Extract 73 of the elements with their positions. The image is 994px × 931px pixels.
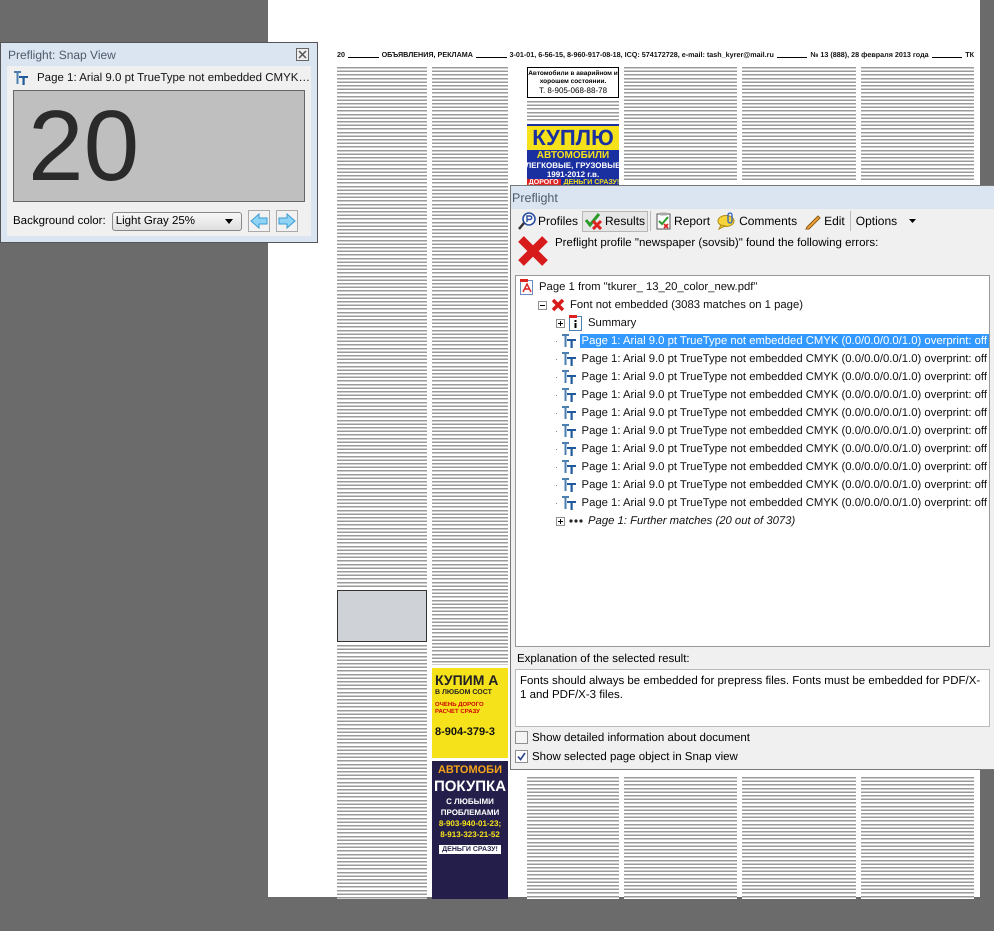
ad-headline: КУПИМ А bbox=[435, 671, 500, 689]
tree-item[interactable]: Page 1: Arial 9.0 pt TrueType not embedded CMYK (0.0/0.0/0.0/1.0) overprint: off bbox=[580, 424, 989, 438]
ad-phone: 8-903-940-01-23; bbox=[438, 819, 502, 828]
caret-icon bbox=[224, 218, 233, 224]
speech-bubble-icon bbox=[717, 212, 738, 230]
ad-phone: Т. 8-905-068-88-78 bbox=[538, 86, 608, 95]
ad-phone: 8-904-379-3 bbox=[435, 726, 496, 738]
checkbox[interactable] bbox=[515, 750, 528, 763]
tree-item[interactable]: Page 1: Arial 9.0 pt TrueType not embedded CMYK (0.0/0.0/0.0/1.0) overprint: off bbox=[580, 496, 989, 510]
collapse-toggle[interactable] bbox=[538, 300, 547, 310]
text-object-icon bbox=[13, 70, 29, 86]
text-object-icon bbox=[560, 495, 577, 511]
toolbar-tab[interactable]: Comments bbox=[714, 210, 800, 232]
checkbox-label: Show detailed information about document bbox=[532, 732, 750, 744]
ad-headline: АВТОМОБИ bbox=[438, 764, 502, 776]
ad-title: ПОКУПКА bbox=[434, 778, 506, 795]
ad-headline: КУПЛЮ bbox=[527, 126, 619, 150]
tree-item[interactable]: Page 1: Arial 9.0 pt TrueType not embedded CMYK (0.0/0.0/0.0/1.0) overprint: off bbox=[580, 460, 989, 474]
check-cross-icon bbox=[585, 212, 604, 230]
toolbar-tab[interactable]: Edit bbox=[801, 210, 848, 232]
tree-item[interactable]: Page 1 from "tkurer_ 13_20_color_new.pdf" bbox=[537, 280, 760, 294]
info-document-icon bbox=[569, 315, 583, 331]
text-object-icon bbox=[560, 369, 577, 385]
options-menu[interactable]: Options bbox=[852, 210, 920, 232]
explanation-label: Explanation of the selected result: bbox=[517, 653, 691, 665]
expand-toggle[interactable] bbox=[556, 318, 565, 328]
text-object-icon bbox=[560, 387, 577, 403]
toolbar-tab[interactable]: Report bbox=[653, 210, 714, 232]
window-title: Preflight: Snap View bbox=[8, 48, 116, 62]
text-object-icon bbox=[560, 441, 577, 457]
close-button[interactable] bbox=[296, 48, 309, 61]
ad-text: С ЛЮБЫМИ bbox=[446, 797, 494, 806]
window-title: Preflight bbox=[512, 190, 558, 204]
tree-item[interactable]: Page 1: Further matches (20 out of 3073) bbox=[586, 514, 798, 528]
ad-text: ПРОБЛЕМАМИ bbox=[440, 808, 500, 817]
checkbox[interactable] bbox=[515, 731, 528, 744]
ad-text: ЛЕГКОВЫЕ, ГРУЗОВЫЕ bbox=[526, 161, 620, 170]
caret-icon bbox=[909, 219, 916, 223]
error-message: Preflight profile "newspaper (sovsib)" found the following errors: bbox=[555, 237, 878, 249]
error-cross-icon bbox=[517, 235, 549, 267]
background-color-dropdown[interactable]: Light Gray 25% bbox=[112, 212, 242, 230]
text-object-icon bbox=[560, 459, 577, 475]
clipboard-icon bbox=[656, 212, 672, 230]
background-color-label: Background color: bbox=[13, 215, 106, 227]
text-object-icon bbox=[560, 351, 577, 367]
tree-item[interactable]: Font not embedded (3083 matches on 1 page) bbox=[568, 298, 805, 312]
tree-item[interactable]: Page 1: Arial 9.0 pt TrueType not embedded CMYK (0.0/0.0/0.0/1.0) overprint: off bbox=[580, 370, 989, 384]
ad-text: 1991-2012 г.в. bbox=[546, 170, 600, 179]
pdf-file-icon bbox=[520, 279, 534, 295]
text-object-icon bbox=[560, 333, 577, 349]
tree-item[interactable]: Page 1: Arial 9.0 pt TrueType not embedded CMYK (0.0/0.0/0.0/1.0) overprint: off bbox=[580, 442, 989, 456]
text-object-icon bbox=[560, 423, 577, 439]
tree-item[interactable]: Summary bbox=[586, 316, 638, 330]
ad-phone: 8-913-323-21-52 bbox=[440, 830, 500, 839]
tree-item[interactable]: Page 1: Arial 9.0 pt TrueType not embedded CMYK (0.0/0.0/0.0/1.0) overprint: off bbox=[580, 388, 989, 402]
expand-toggle[interactable] bbox=[556, 516, 565, 526]
preview-text: 20 bbox=[28, 96, 140, 196]
tree-item[interactable]: Page 1: Arial 9.0 pt TrueType not embedded CMYK (0.0/0.0/0.0/1.0) overprint: off bbox=[580, 352, 989, 366]
error-cross-icon bbox=[551, 298, 565, 312]
more-dots-icon bbox=[569, 518, 583, 524]
previous-button[interactable] bbox=[248, 210, 270, 232]
text-object-icon bbox=[560, 477, 577, 493]
tree-item[interactable]: Page 1: Arial 9.0 pt TrueType not embedded CMYK (0.0/0.0/0.0/1.0) overprint: off bbox=[580, 406, 989, 420]
tree-item[interactable]: Page 1: Arial 9.0 pt TrueType not embedded CMYK (0.0/0.0/0.0/1.0) overprint: off bbox=[580, 478, 989, 492]
ad-text: АВТОМОБИЛИ bbox=[536, 150, 610, 161]
explanation-text: Fonts should always be embedded for prepress files. Fonts must be embedded for PDF/X-1 and PDF/X-3 files. bbox=[515, 669, 990, 727]
checkbox-label: Show selected page object in Snap view bbox=[532, 750, 738, 762]
next-button[interactable] bbox=[276, 210, 298, 232]
toolbar-tab[interactable]: Results bbox=[582, 210, 648, 232]
toolbar-tab[interactable]: Profiles bbox=[515, 210, 582, 232]
text-object-icon bbox=[560, 405, 577, 421]
magnifier-icon bbox=[518, 212, 536, 230]
object-label: Page 1: Arial 9.0 pt TrueType not embedded CMYK… bbox=[37, 72, 310, 84]
